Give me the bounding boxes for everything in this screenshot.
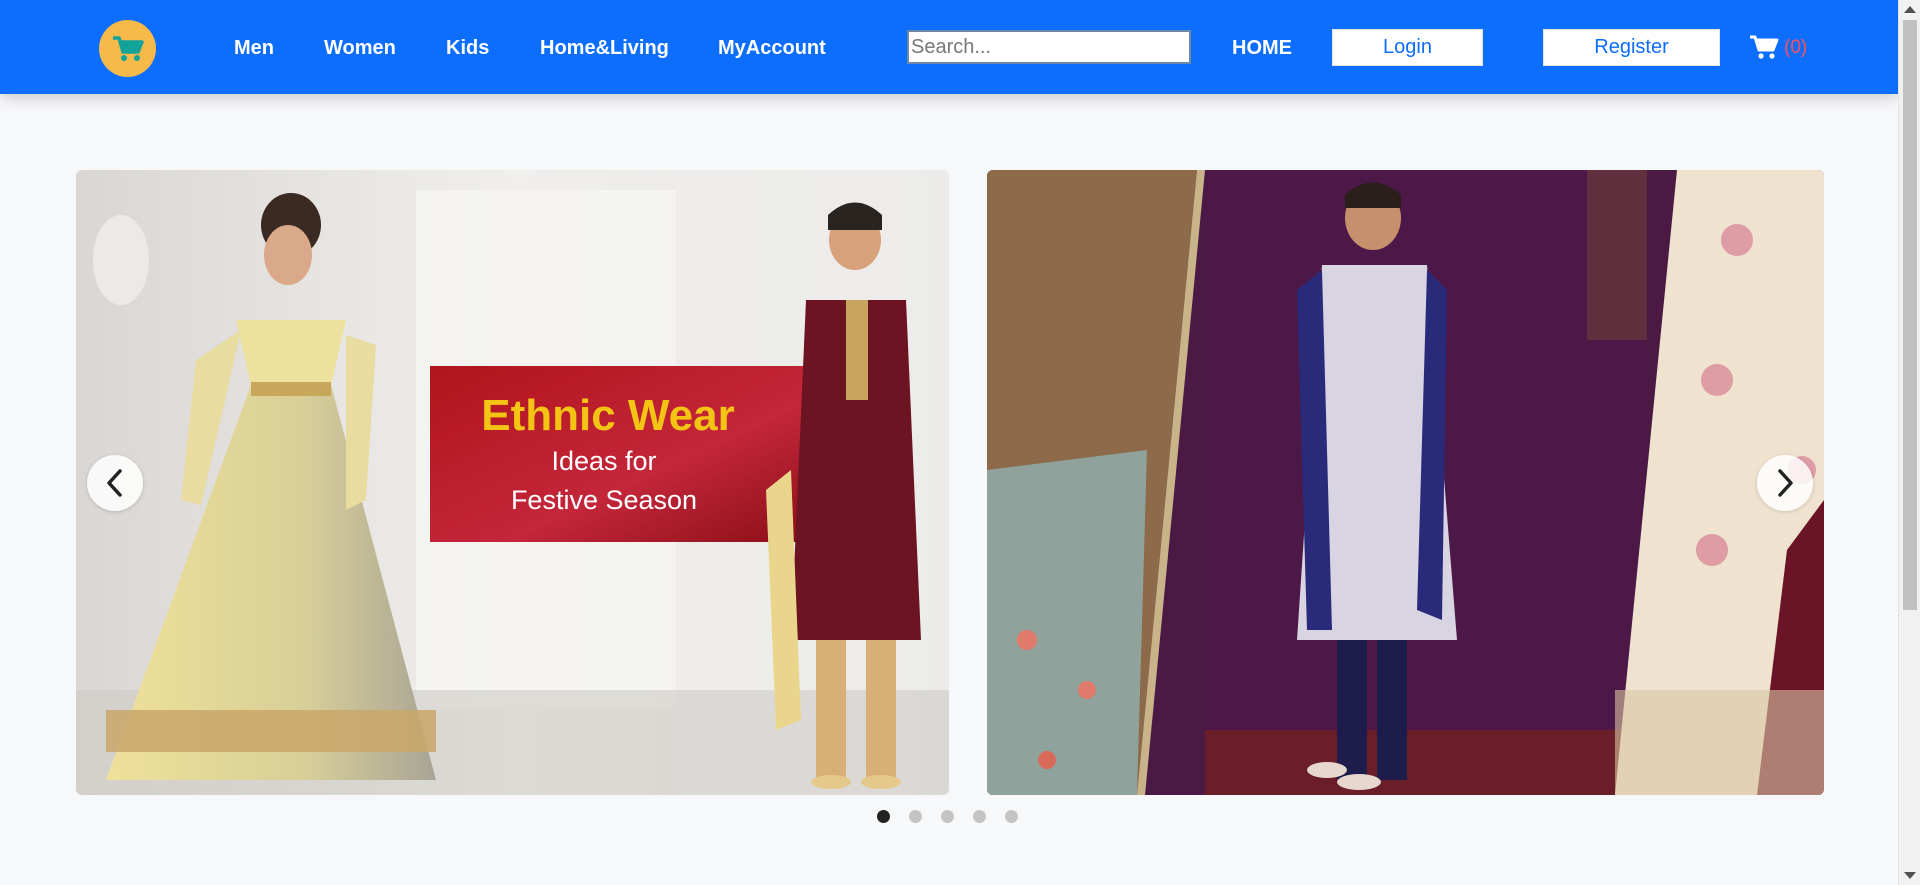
carousel-slide-ethnic-wear[interactable]: Ethnic Wear Ideas for Festive Season — [76, 170, 949, 795]
scroll-thumb[interactable] — [1903, 20, 1917, 610]
nav-link-home-living[interactable]: Home&Living — [540, 36, 669, 60]
logo[interactable] — [99, 20, 156, 77]
banner-title: Ethnic Wear — [481, 391, 734, 440]
cart-count: (0) — [1784, 37, 1808, 58]
chevron-right-icon — [1778, 469, 1793, 497]
banner-line-1: Ideas for — [551, 446, 656, 476]
scroll-up-arrow-icon[interactable] — [1904, 6, 1916, 13]
scroll-down-arrow-icon[interactable] — [1904, 872, 1916, 879]
shopping-cart-icon — [1750, 35, 1779, 59]
carousel-slide-kurta[interactable] — [987, 170, 1824, 795]
kurta-banner-image — [987, 170, 1824, 795]
nav-link-kids[interactable]: Kids — [446, 36, 489, 60]
carousel-dot-5[interactable] — [1005, 810, 1018, 823]
register-button[interactable]: Register — [1543, 29, 1720, 66]
carousel-dot-1[interactable] — [877, 810, 890, 823]
nav-link-home[interactable]: HOME — [1232, 36, 1292, 60]
cart-button[interactable]: (0) — [1749, 33, 1807, 63]
chevron-left-icon — [107, 469, 122, 497]
banner-line-2: Festive Season — [511, 485, 697, 515]
carousel-next-button[interactable] — [1757, 455, 1813, 511]
carousel-dot-4[interactable] — [973, 810, 986, 823]
login-button[interactable]: Login — [1332, 29, 1483, 66]
ethnic-wear-banner-image: Ethnic Wear Ideas for Festive Season — [76, 170, 949, 795]
carousel-indicators — [877, 810, 1018, 823]
search-input[interactable] — [907, 30, 1191, 64]
navbar: Men Women Kids Home&Living MyAccount HOM… — [0, 0, 1898, 94]
logo-cart-icon — [112, 35, 144, 61]
nav-link-women[interactable]: Women — [324, 36, 396, 60]
carousel-dot-3[interactable] — [941, 810, 954, 823]
carousel-dot-2[interactable] — [909, 810, 922, 823]
vertical-scrollbar[interactable] — [1898, 0, 1920, 885]
nav-link-men[interactable]: Men — [234, 36, 274, 60]
carousel-prev-button[interactable] — [87, 455, 143, 511]
nav-link-myaccount[interactable]: MyAccount — [718, 36, 826, 60]
